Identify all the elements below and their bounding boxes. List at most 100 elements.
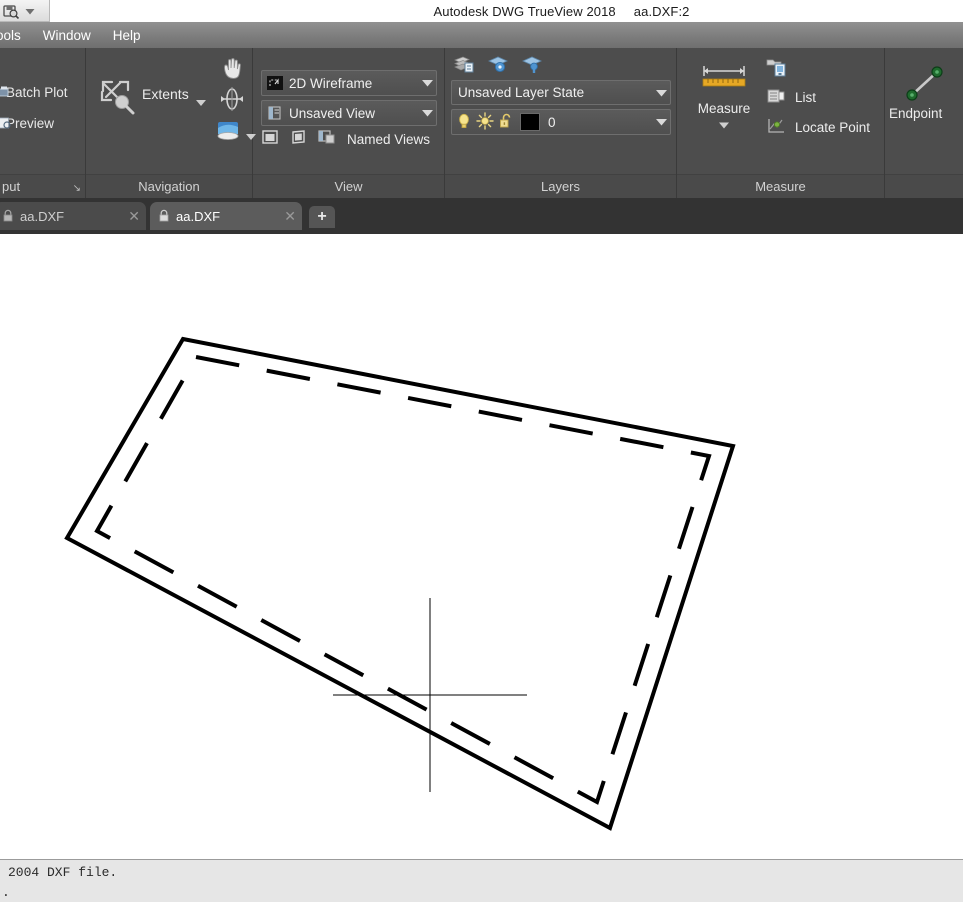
locate-point-icon [765,116,787,139]
document-tab-bar: aa.DXF ✕ aa.DXF ✕ + [0,198,963,234]
ribbon-panel-osnap: Endpoint [885,48,963,198]
view-panel-body: 2D Wireframe Unsaved View Named Views [253,48,444,175]
layers-panel-title: Layers [445,174,676,198]
current-layer-value: 0 [548,114,556,130]
navigation-panel-title: Navigation [86,174,252,198]
ribbon-panel-view: 2D Wireframe Unsaved View Named Views Vi… [253,48,445,198]
view-preset-combobox[interactable]: Unsaved View [261,100,437,126]
osnap-panel-body: Endpoint [885,48,963,175]
viewport-configuration-icon[interactable] [261,128,281,151]
endpoint-osnap-icon[interactable] [903,62,947,106]
layer-state-combobox[interactable]: Unsaved Layer State [451,80,671,105]
layer-properties-icon[interactable] [453,54,475,79]
locate-point-label: Locate Point [795,120,871,135]
layer-state-icons [456,111,514,133]
list-icon [765,86,787,109]
layers-tool-row [453,54,543,79]
measure-distance-icon [699,66,749,96]
outer-polygon [64,336,736,831]
command-line-row-1: 2004 DXF file. [8,865,118,880]
list-label: List [795,90,817,105]
batch-plot-label: Batch Plot [6,85,68,100]
unlock-icon[interactable] [498,112,514,133]
freeze-sun-icon[interactable] [476,111,494,133]
orbit-icon[interactable] [218,86,246,112]
current-layer-combobox[interactable]: 0 [451,109,671,135]
dwg-trueview-window: Autodesk DWG TrueView 2018 aa.DXF:2 ools… [0,0,963,902]
layer-state-chevron-down-icon[interactable] [652,89,670,97]
read-only-lock-icon [158,209,170,223]
measure-panel-body: Measure List Locate Point [677,48,884,175]
new-tab-button[interactable]: + [309,206,335,228]
current-layer-chevron-down-icon[interactable] [652,118,670,126]
layer-color-swatch[interactable] [520,113,540,131]
document-title-text: aa.DXF:2 [633,3,690,19]
measure-button[interactable]: Measure [691,62,757,134]
ribbon-panel-plot: Batch Plot Preview put ↘ [0,48,86,198]
zoom-extents-icon[interactable] [96,76,138,118]
visual-style-chevron-down-icon[interactable] [418,79,436,87]
view-panel-row-3: Named Views [261,128,430,151]
ribbon-panel-navigation: Extents Navigation [86,48,256,198]
menu-item-help[interactable]: Help [102,25,152,46]
osnap-panel-title [885,174,963,198]
plot-preview-label: Preview [6,116,55,131]
menu-bar: ools Window Help [0,22,963,49]
plot-panel-title-text: put [2,179,21,194]
document-tab-2[interactable]: aa.DXF ✕ [150,202,302,230]
named-views-icon[interactable] [317,128,337,151]
plot-panel-title: put ↘ [0,174,85,198]
named-views-label[interactable]: Named Views [347,132,430,147]
title-bar: Autodesk DWG TrueView 2018 aa.DXF:2 [0,0,963,22]
menu-item-tools[interactable]: ools [0,25,32,46]
lightbulb-on-icon[interactable] [456,112,472,133]
layer-make-current-icon[interactable] [521,54,543,79]
measure-panel-title: Measure [677,174,884,198]
layers-panel-body: Unsaved Layer State 0 [445,48,676,175]
command-line[interactable]: 2004 DXF file. . [0,859,963,902]
batch-plot-button[interactable]: Batch Plot [0,85,68,100]
command-line-row-2: . [2,885,10,900]
drawing-viewport[interactable] [0,234,963,859]
copy-to-clipboard-icon[interactable] [765,56,789,83]
layer-state-value: Unsaved Layer State [458,85,585,100]
window-title: Autodesk DWG TrueView 2018 aa.DXF:2 [0,0,963,22]
measure-button-label: Measure [697,101,751,116]
visual-style-value: 2D Wireframe [289,75,373,91]
view-preset-value: Unsaved View [289,105,376,121]
drawing-canvas[interactable] [0,234,963,859]
view-panel-title: View [253,174,444,198]
ribbon: Batch Plot Preview put ↘ Extents Navigat… [0,48,963,199]
showmotion-icon[interactable] [216,118,242,142]
navigation-panel-body: Extents [86,48,256,175]
crosshair-cursor [333,598,527,792]
layer-previous-icon[interactable] [487,54,509,79]
ribbon-panel-layers: Unsaved Layer State 0 Layers [445,48,677,198]
batch-plot-icon [0,85,12,99]
close-icon[interactable]: ✕ [284,209,296,223]
locate-point-button[interactable]: Locate Point [765,116,870,139]
zoom-extents-label[interactable]: Extents [142,86,189,102]
ribbon-panel-measure: Measure List Locate Point Measure [677,48,885,198]
zoom-dropdown-chevron-down-icon[interactable] [196,94,206,112]
viewport-join-icon[interactable] [289,128,309,151]
plot-preview-icon [0,116,12,130]
list-button[interactable]: List [765,86,816,109]
visual-style-combobox[interactable]: 2D Wireframe [261,70,437,96]
read-only-lock-icon [2,209,14,223]
plot-preview-button[interactable]: Preview [0,116,55,131]
menu-item-window[interactable]: Window [32,25,102,46]
endpoint-label[interactable]: Endpoint [889,106,942,121]
measure-chevron-down-icon[interactable] [691,116,757,134]
pan-hand-icon[interactable] [218,56,246,82]
app-title-text: Autodesk DWG TrueView 2018 [433,3,616,19]
panel-expand-icon[interactable]: ↘ [73,183,81,194]
plot-panel-body: Batch Plot Preview [0,48,85,175]
new-tab-plus-icon: + [317,208,327,225]
document-tab-1-label: aa.DXF [20,208,65,224]
visual-style-icon [266,75,284,91]
close-icon[interactable]: ✕ [128,209,140,223]
document-tab-2-label: aa.DXF [176,208,221,224]
view-preset-chevron-down-icon[interactable] [418,109,436,117]
document-tab-1[interactable]: aa.DXF ✕ [0,202,146,230]
